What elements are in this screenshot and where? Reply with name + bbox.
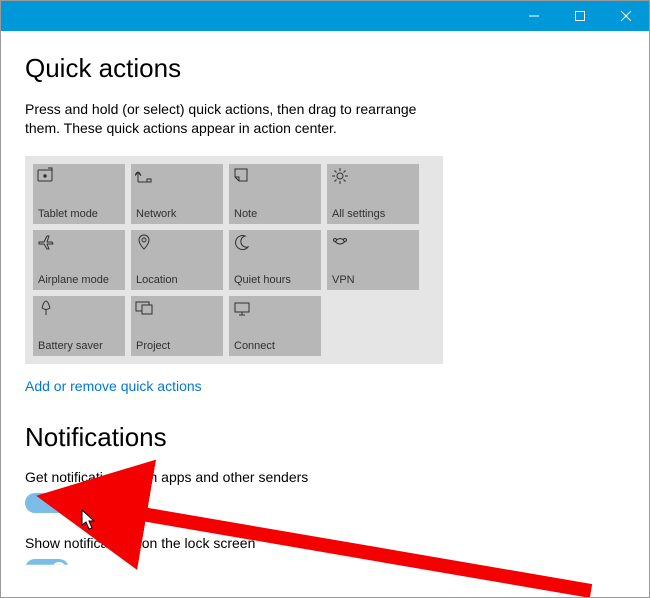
tile-label: Project (136, 340, 220, 352)
project-icon (135, 299, 153, 320)
minimize-button[interactable] (511, 1, 557, 31)
add-remove-quick-actions-link[interactable]: Add or remove quick actions (25, 378, 202, 394)
tile-battery-saver[interactable]: Battery saver (33, 296, 125, 356)
close-icon (620, 10, 632, 22)
notifications-apps-label: Get notifications from apps and other se… (25, 469, 625, 485)
maximize-icon (574, 10, 586, 22)
tile-vpn[interactable]: VPN (327, 230, 419, 290)
cursor-icon (81, 509, 99, 531)
tile-tablet-mode[interactable]: Tablet mode (33, 164, 125, 224)
all-settings-icon (331, 167, 349, 188)
tile-all-settings[interactable]: All settings (327, 164, 419, 224)
note-icon (233, 167, 251, 188)
notifications-apps-toggle[interactable] (25, 493, 69, 513)
tile-label: Location (136, 274, 220, 286)
quick-actions-heading: Quick actions (25, 53, 625, 84)
minimize-icon (528, 10, 540, 22)
tile-project[interactable]: Project (131, 296, 223, 356)
battery-saver-icon (37, 299, 55, 320)
network-icon (135, 167, 153, 188)
tile-label: Network (136, 208, 220, 220)
tile-label: Tablet mode (38, 208, 122, 220)
notifications-lockscreen-toggle[interactable] (25, 559, 69, 579)
tile-connect[interactable]: Connect (229, 296, 321, 356)
tile-label: Airplane mode (38, 274, 122, 286)
tile-quiet-hours[interactable]: Quiet hours (229, 230, 321, 290)
tile-label: Connect (234, 340, 318, 352)
notifications-heading: Notifications (25, 422, 625, 453)
tablet-mode-icon (37, 167, 55, 188)
close-button[interactable] (603, 1, 649, 31)
tile-label: Quiet hours (234, 274, 318, 286)
quiet-hours-icon (233, 233, 251, 254)
titlebar (1, 1, 649, 31)
toggle-knob (52, 562, 66, 576)
airplane-mode-icon (37, 233, 55, 254)
quick-actions-grid: Tablet mode Network Note (33, 164, 435, 356)
tile-label: Battery saver (38, 340, 122, 352)
tile-label: Note (234, 208, 318, 220)
vpn-icon (331, 233, 349, 254)
tile-label: All settings (332, 208, 416, 220)
toggle-knob (52, 496, 66, 510)
tile-network[interactable]: Network (131, 164, 223, 224)
location-icon (135, 233, 153, 254)
tile-label: VPN (332, 274, 416, 286)
quick-actions-description: Press and hold (or select) quick actions… (25, 100, 455, 138)
content: Quick actions Press and hold (or select)… (1, 31, 649, 579)
notifications-lockscreen-label: Show notifications on the lock screen (25, 535, 625, 551)
tile-airplane-mode[interactable]: Airplane mode (33, 230, 125, 290)
connect-icon (233, 299, 251, 320)
quick-actions-tile-container: Tablet mode Network Note (25, 156, 443, 364)
maximize-button[interactable] (557, 1, 603, 31)
tile-note[interactable]: Note (229, 164, 321, 224)
tile-location[interactable]: Location (131, 230, 223, 290)
window: Quick actions Press and hold (or select)… (0, 0, 650, 598)
